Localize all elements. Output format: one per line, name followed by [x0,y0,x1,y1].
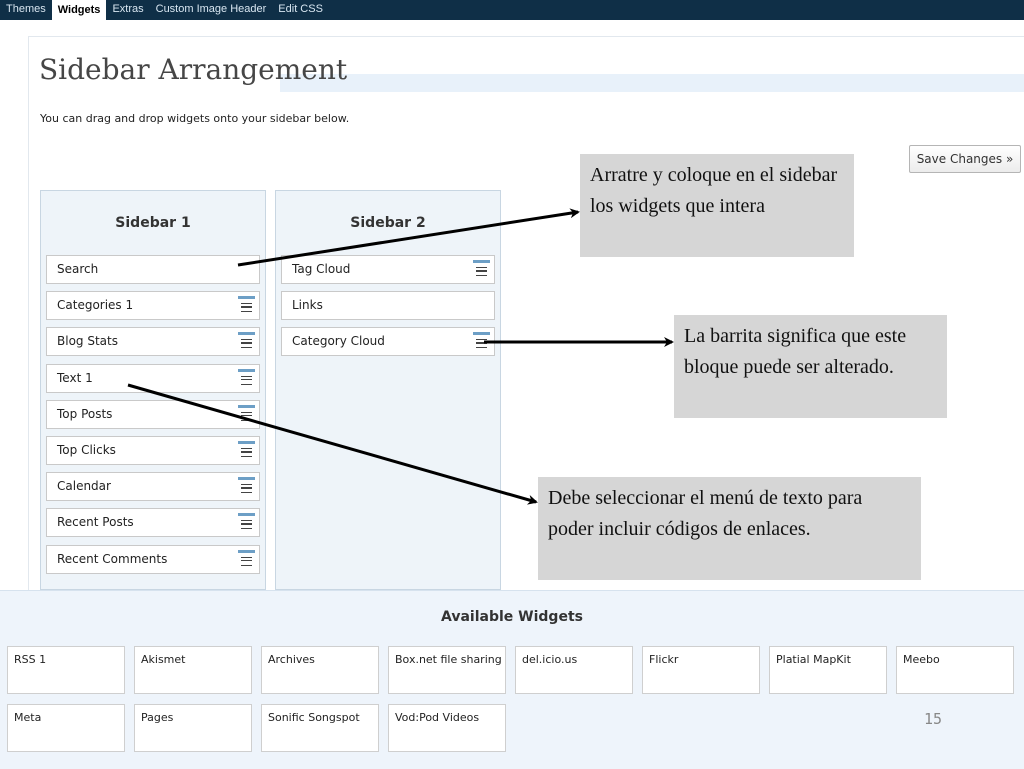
annotation-arrows [127,208,674,505]
arrow-to-text-callout [127,383,538,505]
arrow-to-drag-callout [237,208,580,267]
